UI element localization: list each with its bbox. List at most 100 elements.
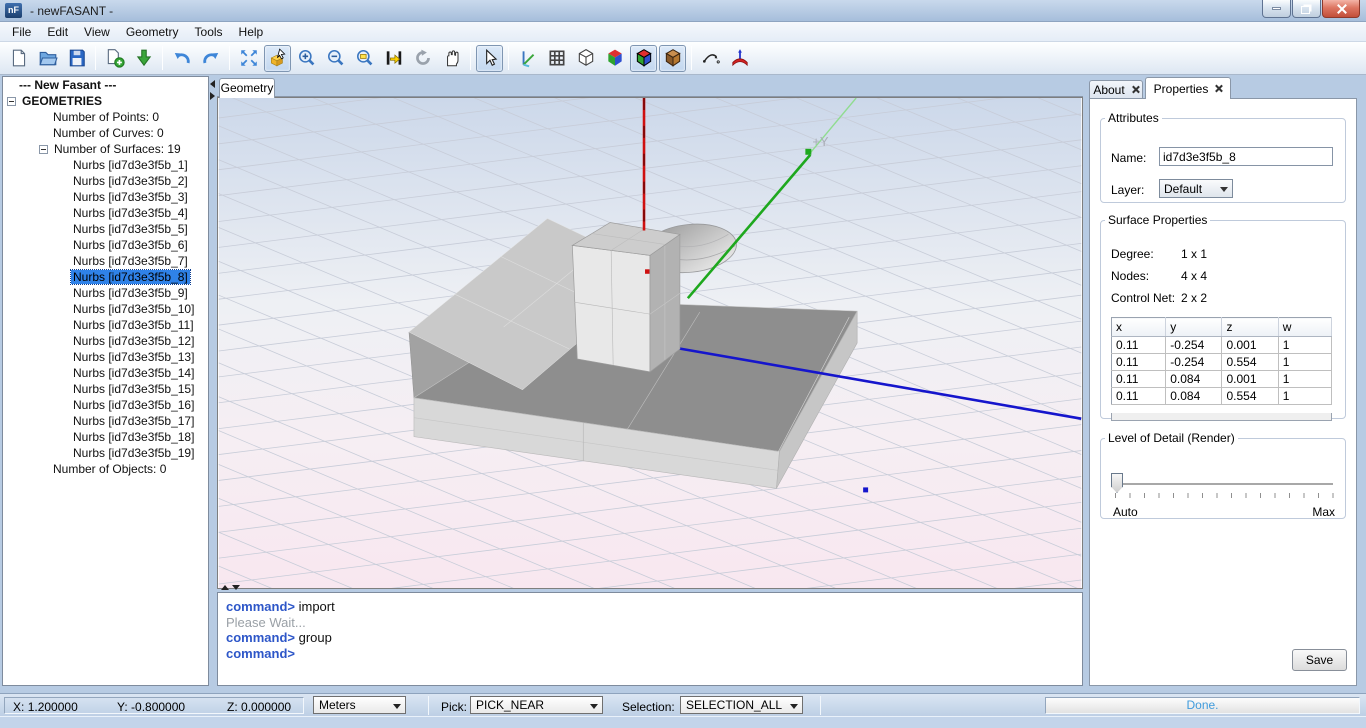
show-curvature-icon[interactable] (697, 45, 724, 72)
zoom-window-icon[interactable] (351, 45, 378, 72)
show-grid-icon[interactable] (543, 45, 570, 72)
console-expand-icon[interactable] (221, 585, 229, 590)
tree-item-nurbs[interactable]: Nurbs [id7d3e3f5b_13] (3, 349, 208, 365)
tree-item-nurbs[interactable]: Nurbs [id7d3e3f5b_19] (3, 445, 208, 461)
column-header-y[interactable]: y (1166, 318, 1222, 337)
pan-icon[interactable] (438, 45, 465, 72)
select-pointer-icon[interactable] (476, 45, 503, 72)
select-object-icon[interactable] (264, 45, 291, 72)
tree-item-curves[interactable]: Number of Curves: 0 (3, 125, 208, 141)
import-geometry-icon[interactable] (130, 45, 157, 72)
swap-views-icon[interactable] (380, 45, 407, 72)
table-cell[interactable]: 1 (1278, 388, 1331, 405)
table-cell[interactable]: 0.084 (1166, 371, 1222, 388)
table-cell[interactable]: -0.254 (1166, 337, 1222, 354)
tree-item-surfaces[interactable]: Number of Surfaces: 19 (3, 141, 208, 157)
save-button[interactable]: Save (1292, 649, 1347, 671)
menu-file[interactable]: File (4, 23, 39, 41)
tree-item-nurbs[interactable]: Nurbs [id7d3e3f5b_10] (3, 301, 208, 317)
splitter-collapse-icon[interactable] (210, 80, 215, 88)
table-cell[interactable]: 1 (1278, 337, 1331, 354)
lod-slider-handle[interactable] (1111, 473, 1123, 493)
pick-dropdown[interactable]: PICK_NEAR (470, 696, 603, 714)
table-cell[interactable]: -0.254 (1166, 354, 1222, 371)
rotate-view-icon[interactable] (409, 45, 436, 72)
menu-edit[interactable]: Edit (39, 23, 76, 41)
table-row[interactable]: 0.110.0840.0011 (1112, 371, 1332, 388)
restore-button[interactable] (1292, 0, 1321, 18)
menu-tools[interactable]: Tools (187, 23, 231, 41)
view-solid-icon[interactable] (601, 45, 628, 72)
tree-item-nurbs[interactable]: Nurbs [id7d3e3f5b_9] (3, 285, 208, 301)
menu-help[interactable]: Help (231, 23, 272, 41)
show-axes-icon[interactable] (514, 45, 541, 72)
collapse-icon[interactable] (39, 145, 48, 154)
show-normals-icon[interactable] (726, 45, 753, 72)
fit-view-icon[interactable] (235, 45, 262, 72)
column-header-z[interactable]: z (1222, 318, 1278, 337)
table-row[interactable]: 0.11-0.2540.0011 (1112, 337, 1332, 354)
menu-view[interactable]: View (76, 23, 118, 41)
table-cell[interactable]: 0.11 (1112, 388, 1166, 405)
viewport-3d[interactable]: +Y (217, 97, 1083, 589)
table-cell[interactable]: 0.554 (1222, 388, 1278, 405)
lod-slider-track[interactable] (1115, 483, 1333, 485)
command-console[interactable]: command> importPlease Wait...command> gr… (217, 592, 1083, 686)
table-cell[interactable]: 0.554 (1222, 354, 1278, 371)
zoom-out-icon[interactable] (322, 45, 349, 72)
layer-dropdown[interactable]: Default (1159, 179, 1233, 198)
close-button[interactable] (1322, 0, 1360, 18)
tree-item-nurbs[interactable]: Nurbs [id7d3e3f5b_4] (3, 205, 208, 221)
control-net-table[interactable]: x y z w 0.11-0.2540.00110.11-0.2540.5541… (1111, 317, 1332, 405)
table-row[interactable]: 0.110.0840.5541 (1112, 388, 1332, 405)
tree-item-nurbs[interactable]: Nurbs [id7d3e3f5b_2] (3, 173, 208, 189)
redo-icon[interactable] (197, 45, 224, 72)
name-input[interactable] (1159, 147, 1333, 166)
table-cell[interactable]: 0.001 (1222, 371, 1278, 388)
zoom-in-icon[interactable] (293, 45, 320, 72)
close-tab-icon[interactable] (1215, 85, 1222, 92)
tree-item-geometries[interactable]: GEOMETRIES (3, 93, 208, 109)
close-tab-icon[interactable] (1132, 86, 1139, 93)
tree-item-nurbs[interactable]: Nurbs [id7d3e3f5b_1] (3, 157, 208, 173)
tree-item-nurbs[interactable]: Nurbs [id7d3e3f5b_15] (3, 381, 208, 397)
minimize-button[interactable] (1262, 0, 1291, 18)
tree-item-nurbs[interactable]: Nurbs [id7d3e3f5b_16] (3, 397, 208, 413)
open-file-icon[interactable] (34, 45, 61, 72)
save-file-icon[interactable] (63, 45, 90, 72)
tree-item-points[interactable]: Number of Points: 0 (3, 109, 208, 125)
tree-item-nurbs[interactable]: Nurbs [id7d3e3f5b_3] (3, 189, 208, 205)
tree-item-nurbs[interactable]: Nurbs [id7d3e3f5b_14] (3, 365, 208, 381)
menu-geometry[interactable]: Geometry (118, 23, 187, 41)
collapse-icon[interactable] (7, 97, 16, 106)
tree-item-nurbs[interactable]: Nurbs [id7d3e3f5b_7] (3, 253, 208, 269)
tab-about[interactable]: About (1089, 80, 1143, 99)
column-header-w[interactable]: w (1278, 318, 1331, 337)
tree-item-nurbs[interactable]: Nurbs [id7d3e3f5b_8] (3, 269, 208, 285)
tree-root[interactable]: --- New Fasant --- (3, 77, 208, 93)
table-cell[interactable]: 0.11 (1112, 371, 1166, 388)
selection-dropdown[interactable]: SELECTION_ALL (680, 696, 803, 714)
tree-item-nurbs[interactable]: Nurbs [id7d3e3f5b_11] (3, 317, 208, 333)
tab-geometry[interactable]: Geometry (219, 78, 275, 98)
view-solid-edges-icon[interactable] (630, 45, 657, 72)
column-header-x[interactable]: x (1112, 318, 1166, 337)
table-row[interactable]: 0.11-0.2540.5541 (1112, 354, 1332, 371)
tree-item-nurbs[interactable]: Nurbs [id7d3e3f5b_12] (3, 333, 208, 349)
units-dropdown[interactable]: Meters (313, 696, 406, 714)
tab-properties[interactable]: Properties (1145, 77, 1231, 99)
tree-item-objects[interactable]: Number of Objects: 0 (3, 461, 208, 477)
tree-item-nurbs[interactable]: Nurbs [id7d3e3f5b_17] (3, 413, 208, 429)
new-geometry-icon[interactable] (101, 45, 128, 72)
table-cell[interactable]: 1 (1278, 371, 1331, 388)
table-cell[interactable]: 1 (1278, 354, 1331, 371)
view-wireframe-icon[interactable] (572, 45, 599, 72)
view-textured-icon[interactable] (659, 45, 686, 72)
tree-item-nurbs[interactable]: Nurbs [id7d3e3f5b_5] (3, 221, 208, 237)
new-file-icon[interactable] (5, 45, 32, 72)
table-cell[interactable]: 0.084 (1166, 388, 1222, 405)
tree-item-nurbs[interactable]: Nurbs [id7d3e3f5b_18] (3, 429, 208, 445)
table-cell[interactable]: 0.11 (1112, 354, 1166, 371)
tree-item-nurbs[interactable]: Nurbs [id7d3e3f5b_6] (3, 237, 208, 253)
undo-icon[interactable] (168, 45, 195, 72)
